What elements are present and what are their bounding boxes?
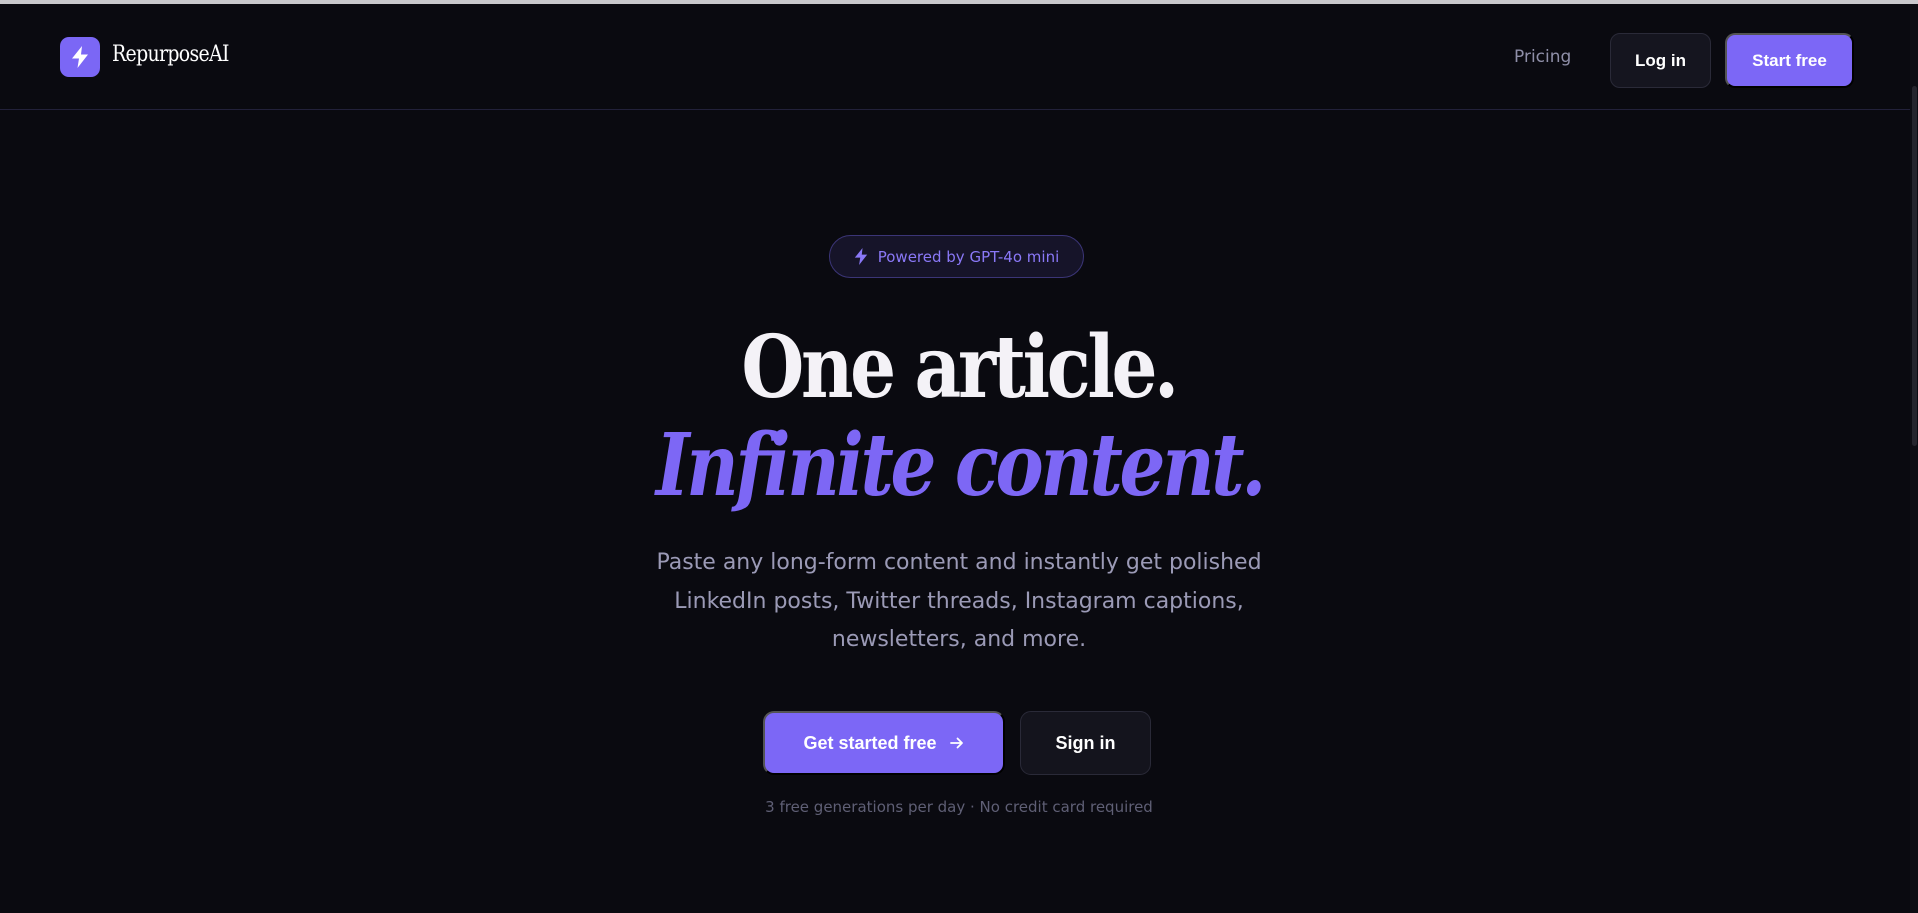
badge-text: Powered by GPT-4o mini bbox=[877, 247, 1060, 266]
sign-in-button[interactable]: Sign in bbox=[1020, 711, 1151, 775]
login-button[interactable]: Log in bbox=[1610, 33, 1711, 88]
powered-by-badge: Powered by GPT-4o mini bbox=[829, 235, 1084, 278]
get-started-button[interactable]: Get started free bbox=[763, 711, 1005, 775]
arrow-right-icon bbox=[949, 737, 963, 749]
start-free-button[interactable]: Start free bbox=[1725, 33, 1854, 88]
lightning-bolt-icon bbox=[854, 248, 867, 265]
get-started-label: Get started free bbox=[803, 732, 937, 753]
brand-name[interactable]: RepurposeAI bbox=[112, 42, 229, 67]
hero-subtitle: Paste any long-form content and instantl… bbox=[656, 550, 1262, 652]
headline-line-1: One article. bbox=[0, 318, 1918, 418]
headline-line-2-text: Infinite content. bbox=[655, 415, 1266, 516]
hero-footnote: 3 free generations per day · No credit c… bbox=[765, 798, 1153, 816]
headline-line-2: Infinite content. bbox=[0, 416, 1918, 516]
logo[interactable] bbox=[60, 37, 100, 77]
headline-line-1-text: One article. bbox=[741, 317, 1180, 418]
nav-link-pricing[interactable]: Pricing bbox=[1514, 47, 1571, 67]
navbar: RepurposeAI Pricing Log in Start free bbox=[0, 4, 1918, 110]
lightning-bolt-icon bbox=[72, 46, 88, 68]
